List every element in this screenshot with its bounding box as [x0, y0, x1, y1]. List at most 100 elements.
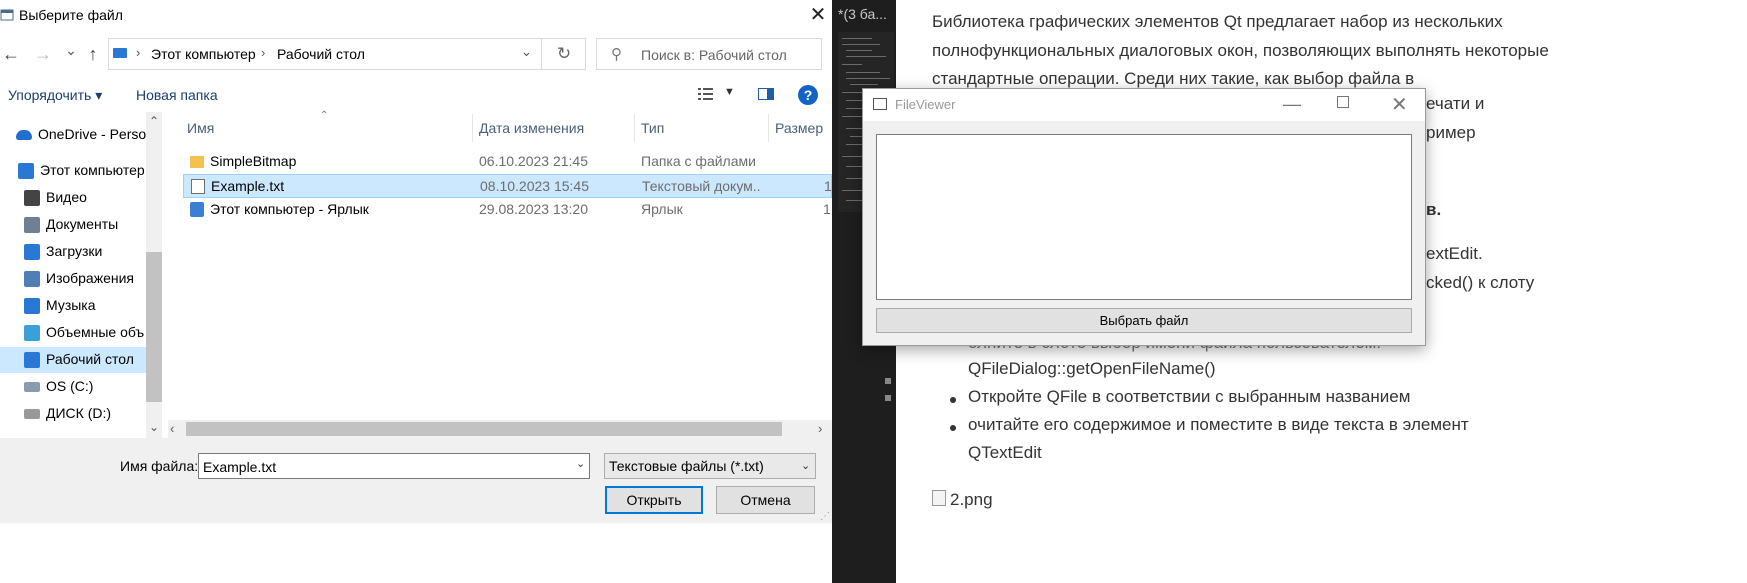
- scroll-up-icon[interactable]: ⌃: [146, 114, 162, 128]
- resize-grip-icon[interactable]: ⋰: [820, 511, 830, 522]
- sidebar-item[interactable]: Объемные объ: [0, 320, 146, 346]
- filename-label: Имя файла:: [120, 458, 199, 474]
- refresh-icon[interactable]: ↻: [541, 39, 586, 69]
- choose-file-button[interactable]: Выбрать файл: [876, 308, 1412, 333]
- sidebar-item[interactable]: Изображения: [0, 266, 146, 292]
- minimize-icon[interactable]: —: [1283, 94, 1301, 115]
- file-row[interactable]: SimpleBitmap 06.10.2023 21:45 Папка с файл…: [183, 150, 832, 174]
- file-date-cell: 29.08.2023 13:20: [479, 201, 588, 217]
- folder-icon: [190, 156, 204, 168]
- column-divider[interactable]: [634, 114, 635, 142]
- text-file-icon: [191, 179, 205, 194]
- doc-paragraph: Библиотека графических элементов Qt пред…: [932, 12, 1549, 89]
- sidebar-item[interactable]: OS (C:): [0, 374, 146, 400]
- sidebar-item-label: Документы: [46, 216, 119, 232]
- back-arrow-icon[interactable]: ←: [2, 44, 20, 64]
- sidebar-item-label: Музыка: [46, 297, 96, 313]
- doc-list-item: очитайте его содержимое и поместите в ви…: [968, 415, 1469, 434]
- fileviewer-titlebar[interactable]: FileViewer — ✕: [863, 89, 1425, 121]
- file-row[interactable]: Example.txt 08.10.2023 15:45 Текстовый док…: [183, 174, 832, 198]
- maximize-icon[interactable]: [1337, 96, 1349, 108]
- doc-list-item: Откройте QFile в соответствии с выбранны…: [968, 387, 1411, 406]
- new-folder-button[interactable]: Новая папка: [136, 87, 218, 103]
- file-type-cell: Ярлык: [641, 201, 683, 217]
- breadcrumb-separator: ›: [136, 45, 141, 60]
- filename-input[interactable]: [198, 453, 590, 479]
- address-bar[interactable]: › Этот компьютер › Рабочий стол ⌄ ↻: [108, 38, 586, 70]
- breadcrumb-this-pc[interactable]: Этот компьютер: [151, 46, 256, 62]
- editor-marker: [885, 378, 891, 384]
- view-dropdown-icon[interactable]: ▼: [724, 86, 735, 98]
- computer-icon: [113, 48, 127, 58]
- dialog-titlebar[interactable]: Выберите файл ✕: [0, 0, 832, 32]
- cancel-button[interactable]: Отмена: [716, 486, 815, 514]
- file-name-cell: Example.txt: [211, 178, 285, 194]
- column-header-size[interactable]: Размер: [775, 120, 823, 136]
- app-icon: [873, 98, 887, 110]
- nav-scrollbar-thumb[interactable]: [146, 252, 162, 402]
- forward-arrow-icon[interactable]: →: [34, 44, 52, 64]
- file-type-filter-value: Текстовые файлы (*.txt): [609, 458, 764, 474]
- search-box[interactable]: ⚲ Поиск в: Рабочий стол: [596, 38, 822, 70]
- scroll-left-icon[interactable]: ‹: [170, 421, 174, 436]
- column-divider[interactable]: [768, 114, 769, 142]
- sidebar-item[interactable]: Загрузки: [0, 239, 146, 265]
- sidebar-item[interactable]: Документы: [0, 212, 146, 238]
- sidebar-item[interactable]: Рабочий стол: [0, 347, 146, 373]
- editor-tab[interactable]: *(3 ба...: [838, 6, 887, 22]
- app-icon: [0, 9, 14, 21]
- help-icon[interactable]: ?: [798, 85, 818, 105]
- image-alt-text: 2.png: [950, 490, 993, 509]
- view-options-icon[interactable]: [697, 86, 715, 102]
- open-file-dialog: Выберите файл ✕ ← → ⌄ ↑ › Этот компьютер…: [0, 0, 832, 523]
- documents-icon: [24, 217, 40, 233]
- sidebar-item[interactable]: ДИСК (D:): [0, 401, 146, 427]
- drive-c-icon: [24, 382, 40, 392]
- file-date-cell: 06.10.2023 21:45: [479, 153, 588, 169]
- text-edit[interactable]: [876, 134, 1412, 300]
- doc-text-fragment: cked() к слоту: [1426, 273, 1535, 292]
- chevron-down-icon[interactable]: ⌄: [576, 457, 585, 470]
- file-size-cell: 1: [824, 178, 832, 194]
- column-divider[interactable]: [472, 114, 473, 142]
- file-size-cell: 1: [823, 201, 831, 217]
- search-input[interactable]: Поиск в: Рабочий стол: [641, 47, 787, 63]
- breadcrumb-separator[interactable]: ›: [261, 45, 265, 60]
- 3d-objects-icon: [24, 325, 40, 341]
- editor-marker: [885, 395, 891, 401]
- preview-pane-icon[interactable]: [758, 88, 774, 100]
- sidebar-item[interactable]: Этот компьютер: [0, 158, 146, 184]
- column-header-type[interactable]: Тип: [641, 120, 664, 136]
- horizontal-scrollbar-thumb[interactable]: [186, 422, 782, 436]
- close-icon[interactable]: ✕: [1391, 92, 1408, 117]
- chevron-down-icon[interactable]: ⌄: [801, 459, 810, 472]
- sidebar-item[interactable]: Музыка: [0, 293, 146, 319]
- sidebar-item-label: OneDrive - Person: [38, 126, 146, 142]
- doc-text-fragment: ример: [1426, 123, 1476, 142]
- file-type-filter-select[interactable]: Текстовые файлы (*.txt) ⌄: [604, 453, 816, 479]
- scroll-right-icon[interactable]: ›: [818, 421, 822, 436]
- file-row[interactable]: Этот компьютер - Ярлык 29.08.2023 13:20 Яр…: [183, 198, 832, 222]
- column-header-name[interactable]: Имя: [187, 120, 214, 136]
- sidebar-item-label: Объемные объ: [46, 324, 145, 340]
- list-bullet: [950, 397, 956, 403]
- sidebar-item[interactable]: Видео: [0, 185, 146, 211]
- open-button[interactable]: Открыть: [605, 486, 703, 514]
- file-name-cell: SimpleBitmap: [210, 153, 297, 169]
- up-arrow-icon[interactable]: ↑: [84, 44, 102, 64]
- file-type-cell: Папка с файлами: [641, 153, 756, 169]
- onedrive-icon: [16, 130, 32, 140]
- close-icon[interactable]: ✕: [808, 4, 828, 26]
- organize-button[interactable]: Упорядочить ▾: [8, 87, 102, 104]
- sidebar-item[interactable]: OneDrive - Person: [0, 122, 146, 148]
- sort-ascending-icon: ⌃: [320, 110, 329, 121]
- column-header-date[interactable]: Дата изменения: [479, 120, 584, 136]
- desktop-icon: [24, 352, 40, 368]
- chevron-down-icon[interactable]: ⌄: [521, 44, 532, 60]
- sidebar-item-label: Загрузки: [46, 243, 103, 259]
- file-type-cell: Текстовый докум...: [642, 178, 760, 194]
- recent-locations-icon[interactable]: ⌄: [62, 40, 80, 60]
- breadcrumb-desktop[interactable]: Рабочий стол: [277, 46, 365, 62]
- file-date-cell: 08.10.2023 15:45: [480, 178, 589, 194]
- scroll-down-icon[interactable]: ⌄: [146, 420, 162, 434]
